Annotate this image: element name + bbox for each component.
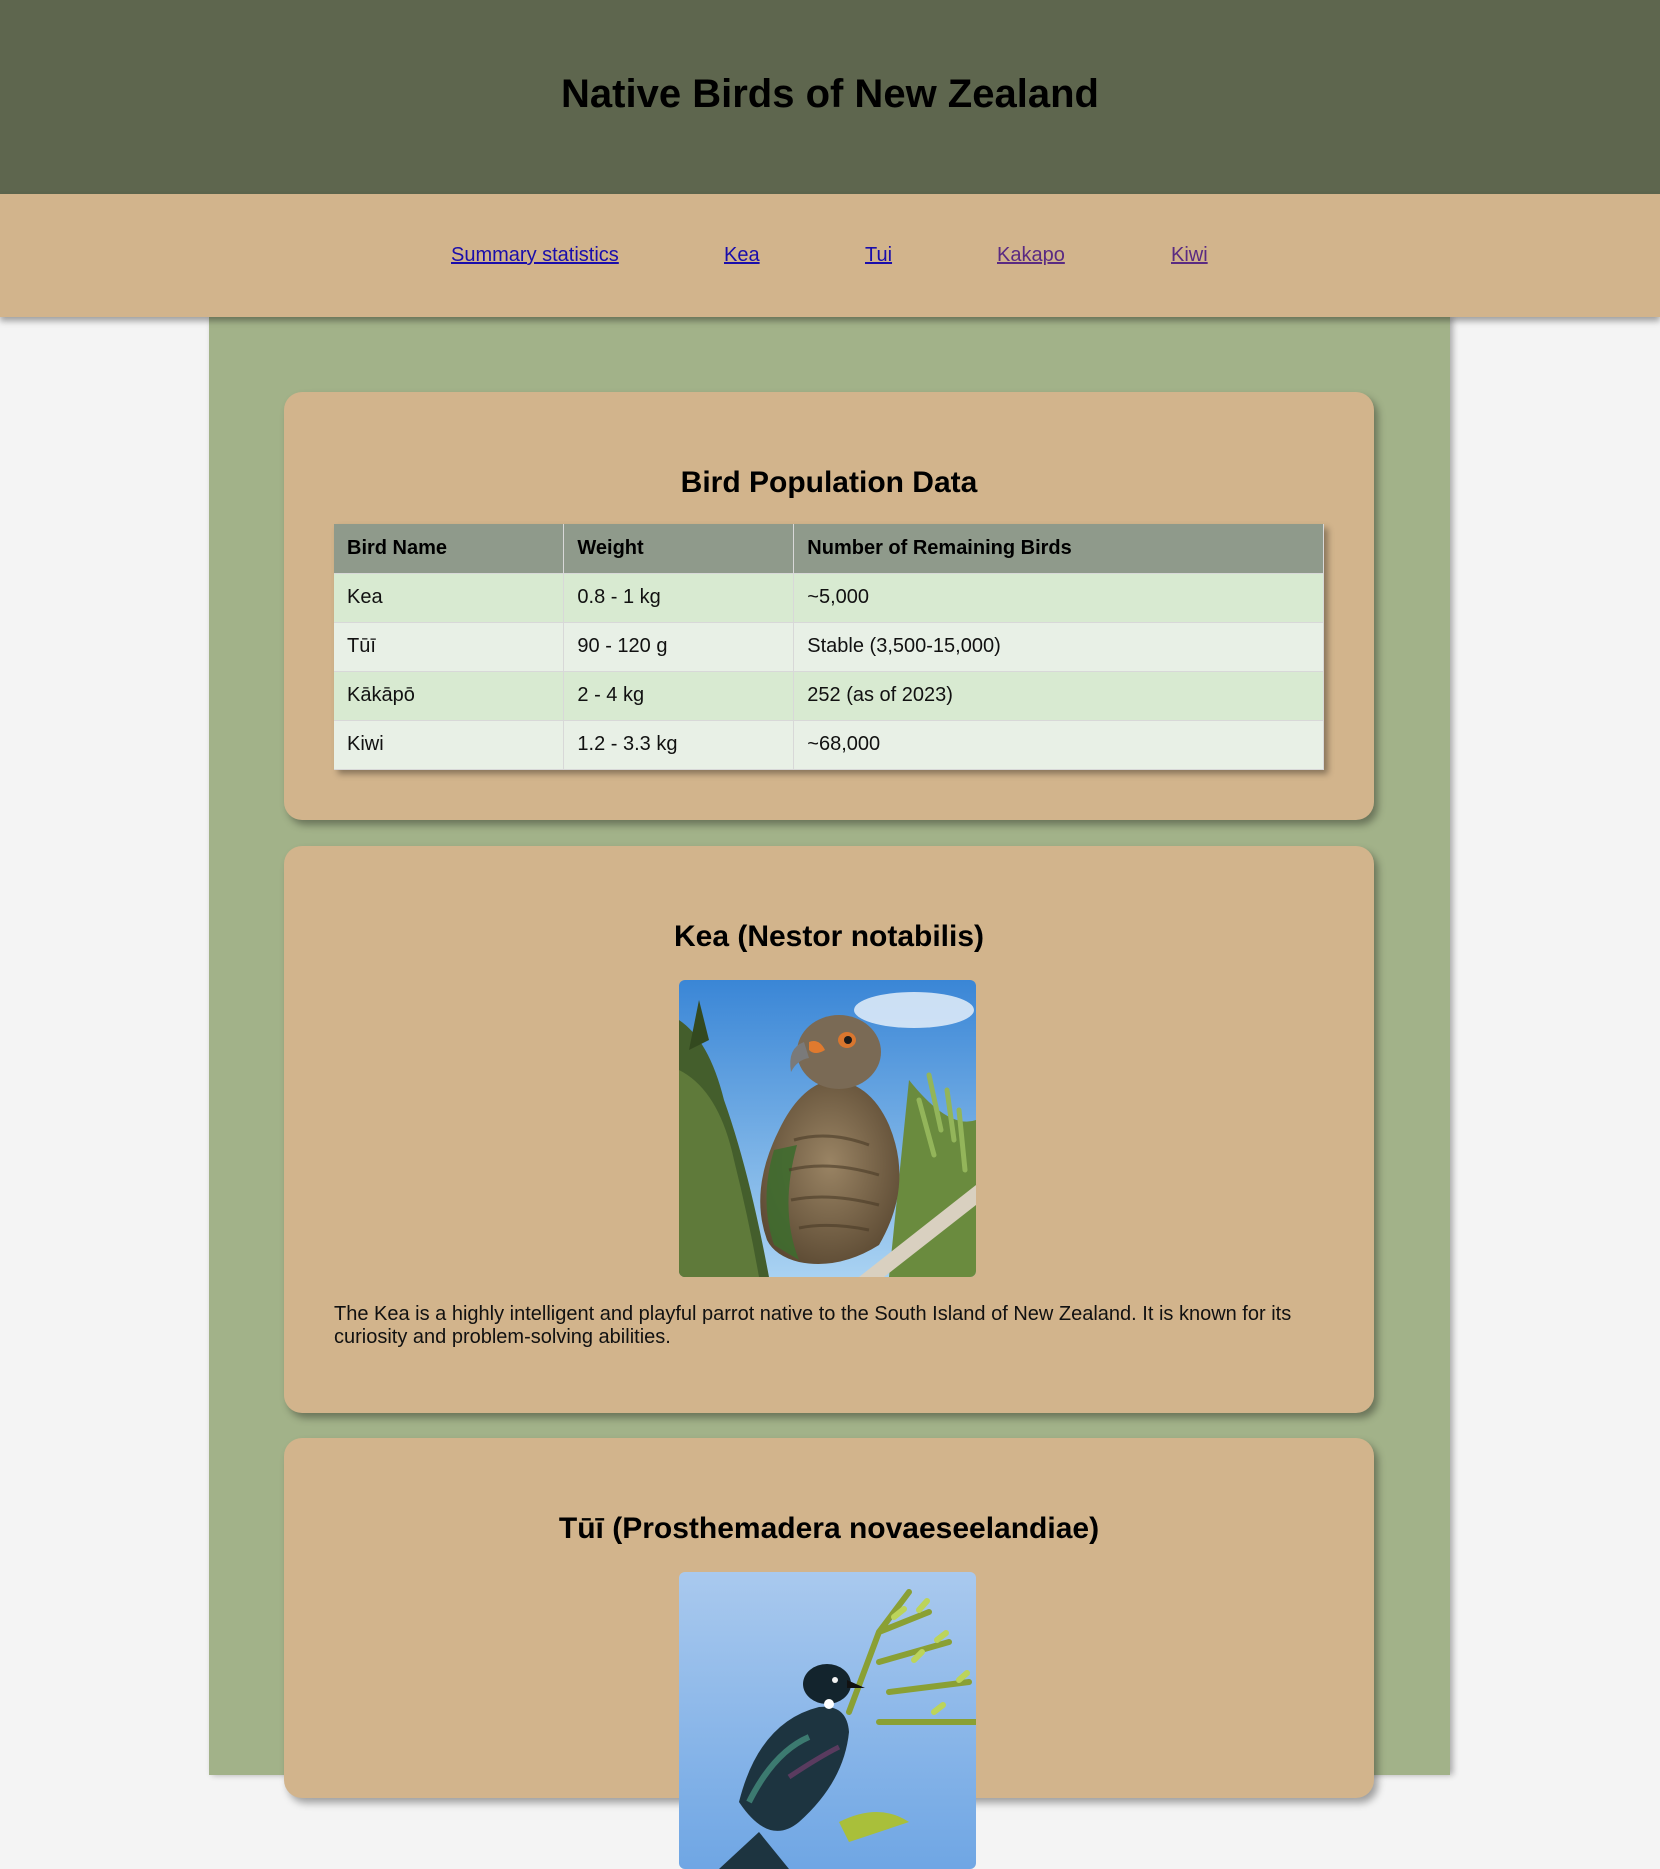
cell-remaining: 252 (as of 2023) [793,671,1324,721]
table-row: Kiwi 1.2 - 3.3 kg ~68,000 [334,720,1324,770]
population-table: Bird Name Weight Number of Remaining Bir… [334,524,1324,770]
column-header-weight: Weight [563,524,795,574]
kea-description: The Kea is a highly intelligent and play… [334,1303,1292,1348]
cell-bird-name: Kiwi [334,720,565,770]
summary-title: Bird Population Data [680,466,978,499]
nav-link-kakapo[interactable]: Kakapo [997,244,1065,267]
summary-statistics-card: Bird Population Data Bird Name Weight Nu… [284,392,1374,820]
main-content: Bird Population Data Bird Name Weight Nu… [209,317,1450,1869]
tui-title: Tūī (Prosthemadera novaeseelandiae) [558,1512,1100,1545]
cell-bird-name: Tūī [334,622,565,672]
cell-bird-name: Kea [334,573,565,623]
cell-weight: 2 - 4 kg [563,671,795,721]
page-title: Native Birds of New Zealand [561,72,1099,116]
kea-title: Kea (Nestor notabilis) [673,920,985,953]
table-row: Kea 0.8 - 1 kg ~5,000 [334,573,1324,623]
tui-photo [679,1572,976,1869]
table-row: Tūī 90 - 120 g Stable (3,500-15,000) [334,622,1324,672]
table-header-row: Bird Name Weight Number of Remaining Bir… [334,524,1324,574]
nav-link-summary-statistics[interactable]: Summary statistics [451,244,619,267]
cell-remaining: ~68,000 [793,720,1324,770]
cell-remaining: ~5,000 [793,573,1324,623]
cell-remaining: Stable (3,500-15,000) [793,622,1324,672]
top-nav: Summary statistics Kea Tui Kakapo Kiwi [0,194,1660,317]
nav-link-tui[interactable]: Tui [865,244,892,267]
tui-illustration [679,1572,976,1869]
kea-photo [679,980,976,1277]
cell-weight: 0.8 - 1 kg [563,573,795,623]
cell-bird-name: Kākāpō [334,671,565,721]
nav-link-kea[interactable]: Kea [724,244,760,267]
kea-card: Kea (Nestor notabilis) The Kea is a high… [284,846,1374,1413]
tui-card: Tūī (Prosthemadera novaeseelandiae) [284,1438,1374,1869]
table-row: Kākāpō 2 - 4 kg 252 (as of 2023) [334,671,1324,721]
column-header-remaining-birds: Number of Remaining Birds [793,524,1324,574]
nav-link-kiwi[interactable]: Kiwi [1171,244,1208,267]
column-header-bird-name: Bird Name [334,524,565,574]
site-header: Native Birds of New Zealand [0,0,1660,194]
cell-weight: 1.2 - 3.3 kg [563,720,795,770]
cell-weight: 90 - 120 g [563,622,795,672]
kea-illustration [679,980,976,1277]
